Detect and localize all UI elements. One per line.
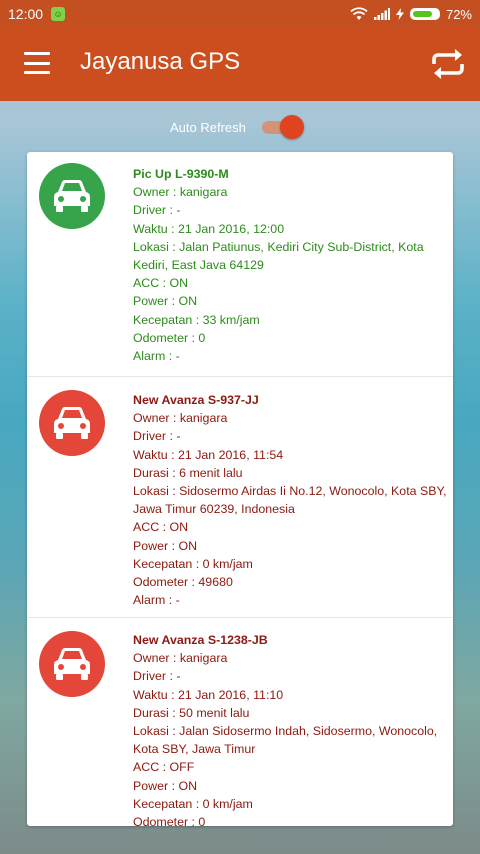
vehicle-duration: Durasi : 6 menit lalu [133, 465, 243, 480]
app-bar: Jayanusa GPS [0, 28, 480, 101]
vehicle-speed: Kecepatan : 0 km/jam [133, 556, 253, 571]
vehicle-speed: Kecepatan : 33 km/jam [133, 312, 260, 327]
vehicle-odometer: Odometer : 0 [133, 815, 206, 826]
vehicle-time: Waktu : 21 Jan 2016, 11:10 [133, 687, 284, 702]
status-icons: 72% [350, 0, 472, 28]
charging-icon [395, 8, 404, 20]
car-icon [54, 180, 90, 212]
vehicle-time: Waktu : 21 Jan 2016, 11:54 [133, 447, 284, 462]
auto-refresh-label: Auto Refresh [170, 119, 246, 135]
vehicle-list[interactable]: Pic Up L-9390-M Owner : kanigara Driver … [27, 152, 453, 826]
status-bar: 12:00 ☺ 72% [0, 0, 480, 28]
vehicle-card[interactable]: Pic Up L-9390-M Owner : kanigara Driver … [27, 152, 453, 377]
vehicle-acc: ACC : ON [133, 276, 189, 291]
vehicle-owner: Owner : kanigara [133, 185, 228, 200]
toggle-thumb [279, 115, 304, 139]
vehicle-status-avatar [39, 163, 105, 229]
vehicle-alarm: Alarm : - [133, 593, 180, 608]
vehicle-driver: Driver : - [133, 429, 181, 444]
vehicle-name: New Avanza S-937-JJ [133, 393, 259, 407]
vehicle-acc: ACC : OFF [133, 760, 195, 775]
vehicle-card[interactable]: New Avanza S-1238-JB Owner : kanigara Dr… [27, 618, 453, 826]
battery-fill [412, 11, 432, 17]
vehicle-status-avatar [39, 631, 105, 697]
hamburger-menu-icon[interactable] [24, 52, 50, 74]
vehicle-card[interactable]: New Avanza S-937-JJ Owner : kanigara Dri… [27, 377, 453, 618]
vehicle-driver: Driver : - [133, 203, 181, 218]
status-time: 12:00 [8, 6, 44, 22]
vehicle-driver: Driver : - [133, 669, 181, 684]
refresh-icon[interactable] [430, 48, 466, 80]
page-title: Jayanusa GPS [80, 48, 241, 75]
vehicle-info: New Avanza S-1238-JB Owner : kanigara Dr… [133, 631, 447, 826]
car-icon [54, 648, 90, 680]
vehicle-owner: Owner : kanigara [133, 411, 228, 426]
wifi-icon [350, 7, 368, 20]
vehicle-power: Power : ON [133, 538, 198, 553]
auto-refresh-toggle[interactable] [260, 114, 304, 140]
app-notification-icon: ☺ [51, 7, 66, 21]
battery-percent: 72% [445, 6, 472, 22]
signal-icon [373, 8, 390, 20]
vehicle-name: New Avanza S-1238-JB [133, 633, 268, 647]
vehicle-odometer: Odometer : 49680 [133, 575, 233, 590]
vehicle-status-avatar [39, 390, 105, 456]
car-icon [54, 407, 90, 439]
vehicle-location: Lokasi : Jalan Patiunus, Kediri City Sub… [133, 239, 424, 273]
vehicle-name: Pic Up L-9390-M [133, 167, 229, 181]
vehicle-speed: Kecepatan : 0 km/jam [133, 796, 253, 811]
vehicle-info: New Avanza S-937-JJ Owner : kanigara Dri… [133, 391, 447, 609]
vehicle-power: Power : ON [133, 294, 198, 309]
vehicle-owner: Owner : kanigara [133, 651, 228, 666]
auto-refresh-row: Auto Refresh [170, 114, 304, 140]
vehicle-location: Lokasi : Sidosermo Airdas Ii No.12, Wono… [133, 484, 447, 517]
vehicle-odometer: Odometer : 0 [133, 330, 206, 345]
battery-icon [409, 8, 440, 20]
vehicle-info: Pic Up L-9390-M Owner : kanigara Driver … [133, 165, 447, 365]
vehicle-power: Power : ON [133, 778, 198, 793]
vehicle-alarm: Alarm : - [133, 349, 180, 364]
vehicle-acc: ACC : ON [133, 520, 189, 535]
vehicle-duration: Durasi : 50 menit lalu [133, 705, 250, 720]
vehicle-time: Waktu : 21 Jan 2016, 12:00 [133, 221, 285, 236]
vehicle-location: Lokasi : Jalan Sidosermo Indah, Sidoserm… [133, 724, 438, 757]
